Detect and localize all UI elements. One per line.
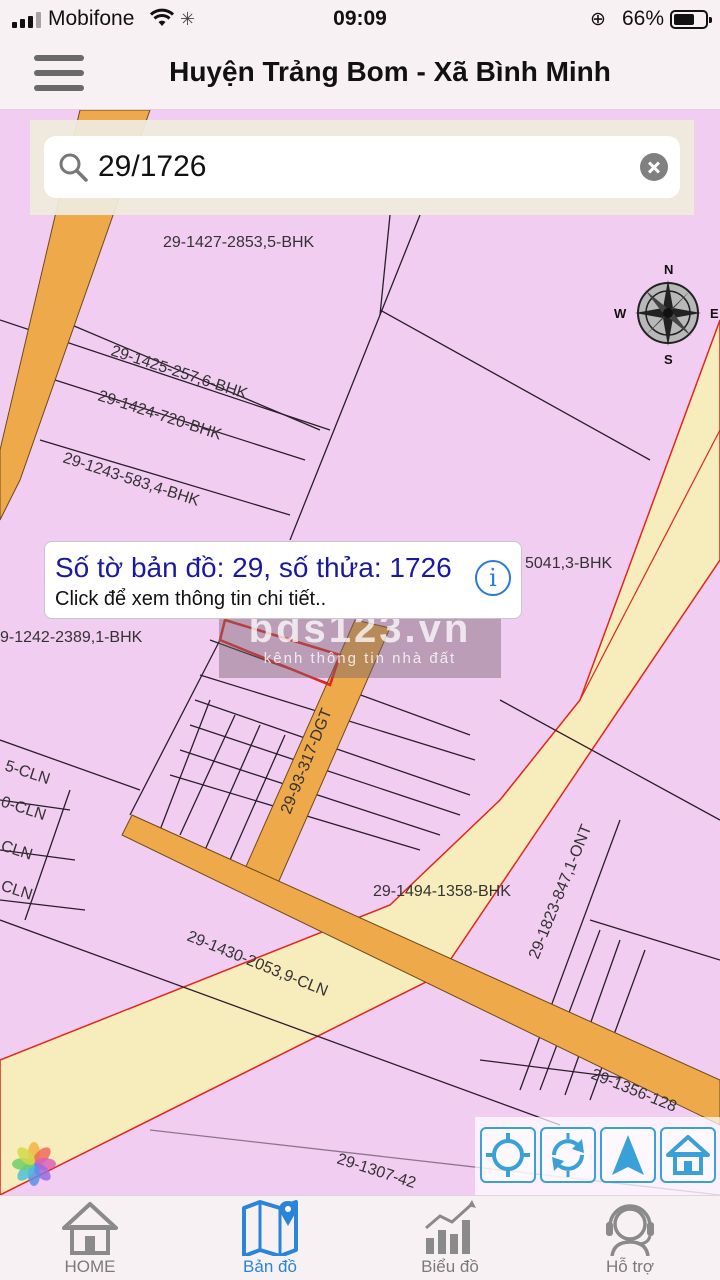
nav-support[interactable]: Hỗ trợ <box>565 1196 695 1280</box>
popup-subtitle[interactable]: Click để xem thông tin chi tiết.. <box>55 588 326 611</box>
home-icon <box>62 1202 118 1255</box>
svg-text:N: N <box>664 262 673 277</box>
parcel-info-popup[interactable]: Số tờ bản đồ: 29, số thửa: 1726 Click để… <box>44 541 522 619</box>
chart-icon <box>425 1200 476 1254</box>
map-toolbar <box>475 1117 720 1195</box>
svg-text:W: W <box>614 306 627 321</box>
nav-home[interactable]: HOME <box>25 1196 155 1280</box>
locate-button[interactable] <box>480 1127 536 1183</box>
nav-label: HOME <box>64 1257 116 1276</box>
info-icon[interactable]: i <box>475 560 511 596</box>
refresh-icon <box>552 1133 584 1177</box>
battery-percent: 66% <box>621 7 664 30</box>
rotation-lock-icon: ⊕ <box>590 9 606 30</box>
nav-label: Hỗ trợ <box>606 1257 654 1276</box>
battery-fill <box>674 14 694 25</box>
clock: 09:09 <box>333 7 387 30</box>
status-bar: Mobifone ✳ 09:09 ⊕ 66% <box>0 0 720 40</box>
map-icon <box>242 1200 298 1256</box>
parcel-label: 9-1242-2389,1-BHK <box>0 629 143 646</box>
navigate-icon <box>612 1135 644 1175</box>
app-header: Huyện Trảng Bom - Xã Bình Minh <box>0 40 720 110</box>
compass-icon: N S W E <box>614 262 719 367</box>
search-bar: 29/1726 <box>30 120 694 215</box>
support-icon <box>606 1204 654 1256</box>
nav-chart[interactable]: Biểu đồ <box>385 1196 515 1280</box>
watermark-subtext: kênh thông tin nhà đất <box>263 650 457 667</box>
nav-label: Biểu đồ <box>421 1257 479 1276</box>
locate-icon <box>486 1133 530 1177</box>
parcel-label: 5041,3-BHK <box>525 555 612 572</box>
photos-icon[interactable] <box>12 1142 56 1186</box>
refresh-button[interactable] <box>540 1127 596 1183</box>
search-input[interactable]: 29/1726 <box>44 136 680 198</box>
nav-label: Bản đồ <box>243 1257 297 1276</box>
page-title: Huyện Trảng Bom - Xã Bình Minh <box>169 56 611 87</box>
search-icon <box>59 153 88 182</box>
home-icon <box>666 1135 710 1175</box>
home-map-button[interactable] <box>660 1127 716 1183</box>
popup-title[interactable]: Số tờ bản đồ: 29, số thửa: 1726 <box>55 552 452 584</box>
clear-icon[interactable] <box>640 153 668 181</box>
svg-text:S: S <box>664 352 673 367</box>
battery-icon <box>670 10 712 29</box>
navigate-button[interactable] <box>600 1127 656 1183</box>
svg-text:E: E <box>710 306 719 321</box>
parcel-label: 29-1494-1358-BHK <box>373 883 511 900</box>
hamburger-icon[interactable] <box>34 55 84 93</box>
search-value[interactable]: 29/1726 <box>98 150 206 184</box>
parcel-label: 29-1427-2853,5-BHK <box>163 234 315 251</box>
nav-map[interactable]: Bản đồ <box>205 1196 335 1280</box>
bottom-nav: HOME Bản đồ Biểu đồ Hỗ trợ <box>0 1195 720 1280</box>
